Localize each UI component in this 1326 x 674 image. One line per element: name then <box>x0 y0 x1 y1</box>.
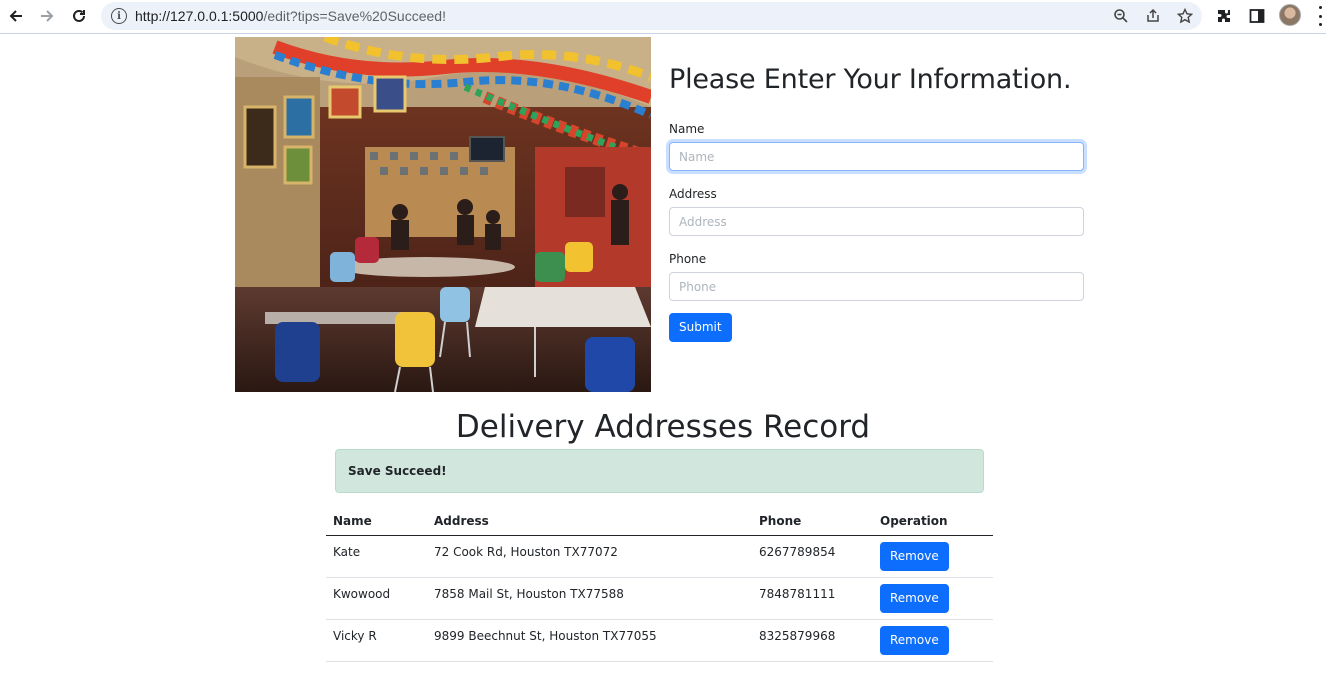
row-phone: 8325879968 <box>752 619 873 662</box>
submit-button[interactable]: Submit <box>669 313 732 342</box>
row-phone: 6267789854 <box>752 535 873 578</box>
reload-icon[interactable] <box>66 4 92 28</box>
share-icon[interactable] <box>1142 6 1164 26</box>
restaurant-image <box>235 37 651 392</box>
address-label: Address <box>669 187 717 201</box>
table-row: Vicky R 9899 Beechnut St, Houston TX7705… <box>326 619 993 662</box>
remove-button[interactable]: Remove <box>880 583 949 613</box>
row-address: 9899 Beechnut St, Houston TX77055 <box>427 619 752 662</box>
records-title: Delivery Addresses Record <box>455 409 871 445</box>
forward-icon[interactable] <box>34 4 60 28</box>
table-row: Kwowood 7858 Mail St, Houston TX77588 78… <box>326 577 993 620</box>
row-phone: 7848781111 <box>752 577 873 620</box>
info-form: Please Enter Your Information. Name Addr… <box>669 60 1084 342</box>
address-bar[interactable]: i http://127.0.0.1:5000/edit?tips=Save%2… <box>101 2 1202 30</box>
header-phone: Phone <box>752 508 873 536</box>
table-row: Kate 72 Cook Rd, Houston TX77072 6267789… <box>326 535 993 578</box>
remove-button[interactable]: Remove <box>880 541 949 571</box>
row-name: Kwowood <box>326 577 427 620</box>
name-input[interactable] <box>669 142 1084 171</box>
row-operation: Remove <box>873 619 993 662</box>
header-name: Name <box>326 508 427 536</box>
success-alert: Save Succeed! <box>335 449 984 493</box>
url-host: http://127.0.0.1:5000 <box>135 8 264 24</box>
url-path: /edit?tips=Save%20Succeed! <box>263 8 446 24</box>
name-label: Name <box>669 122 705 136</box>
menu-icon[interactable] <box>1316 6 1324 26</box>
address-input[interactable] <box>669 207 1084 236</box>
row-address: 7858 Mail St, Houston TX77588 <box>427 577 752 620</box>
records-table: Name Address Phone Operation Kate 72 Coo… <box>326 508 993 662</box>
row-name: Kate <box>326 535 427 578</box>
form-title: Please Enter Your Information. <box>669 64 1072 95</box>
row-operation: Remove <box>873 577 993 620</box>
url-text[interactable]: http://127.0.0.1:5000/edit?tips=Save%20S… <box>135 8 446 24</box>
back-icon[interactable] <box>3 4 29 28</box>
zoom-icon[interactable] <box>1110 6 1132 26</box>
header-operation: Operation <box>873 508 993 536</box>
phone-label: Phone <box>669 252 707 266</box>
remove-button[interactable]: Remove <box>880 625 949 655</box>
profile-avatar[interactable] <box>1279 4 1301 26</box>
phone-input[interactable] <box>669 272 1084 301</box>
side-panel-icon[interactable] <box>1246 5 1268 27</box>
row-name: Vicky R <box>326 619 427 662</box>
row-operation: Remove <box>873 535 993 578</box>
extensions-icon[interactable] <box>1213 5 1235 27</box>
browser-toolbar: i http://127.0.0.1:5000/edit?tips=Save%2… <box>0 0 1326 34</box>
bookmark-star-icon[interactable] <box>1174 6 1196 26</box>
table-header-row: Name Address Phone Operation <box>326 508 993 536</box>
header-address: Address <box>427 508 752 536</box>
site-info-icon[interactable]: i <box>111 8 127 24</box>
row-address: 72 Cook Rd, Houston TX77072 <box>427 535 752 578</box>
